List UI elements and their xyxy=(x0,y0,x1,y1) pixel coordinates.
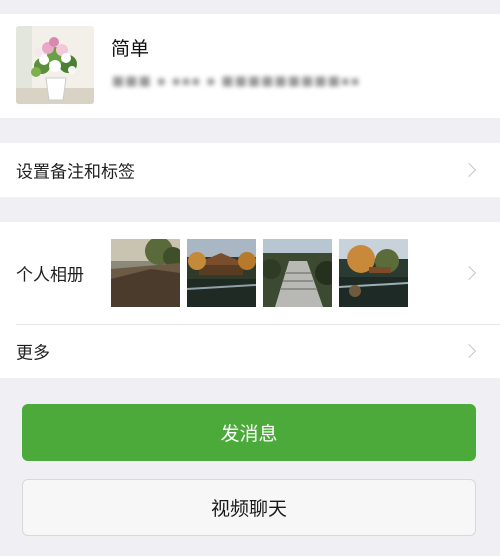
more-row[interactable]: 更多 xyxy=(0,324,500,378)
more-label: 更多 xyxy=(16,343,50,364)
set-remark-tags-label: 设置备注和标签 xyxy=(16,162,135,183)
personal-album-row[interactable]: 个人相册 xyxy=(0,222,500,324)
chevron-right-icon xyxy=(461,265,477,281)
personal-album-label: 个人相册 xyxy=(16,265,84,286)
flower-vase-avatar-image xyxy=(16,26,94,104)
send-message-button[interactable]: 发消息 xyxy=(22,404,476,461)
set-remark-tags-row[interactable]: 设置备注和标签 xyxy=(0,143,500,197)
video-chat-button[interactable]: 视频聊天 xyxy=(22,479,476,536)
contact-name: 简单 xyxy=(111,38,150,60)
chevron-right-icon xyxy=(461,162,477,178)
album-photo-1 xyxy=(111,239,180,307)
profile-card[interactable]: 简单 ■■■ ▪ ▪▪▪ ▪ ■■■■■■■■■▪▪ xyxy=(0,14,500,118)
chevron-right-icon xyxy=(461,343,477,359)
album-photo-4 xyxy=(339,239,408,307)
wechat-id-blurred: ■■■ ▪ ▪▪▪ ▪ ■■■■■■■■■▪▪ xyxy=(112,74,361,89)
album-photo-3 xyxy=(263,239,332,307)
info-group: 个人相册 更多 xyxy=(0,222,500,378)
avatar[interactable] xyxy=(16,26,94,104)
album-photo-2 xyxy=(187,239,256,307)
